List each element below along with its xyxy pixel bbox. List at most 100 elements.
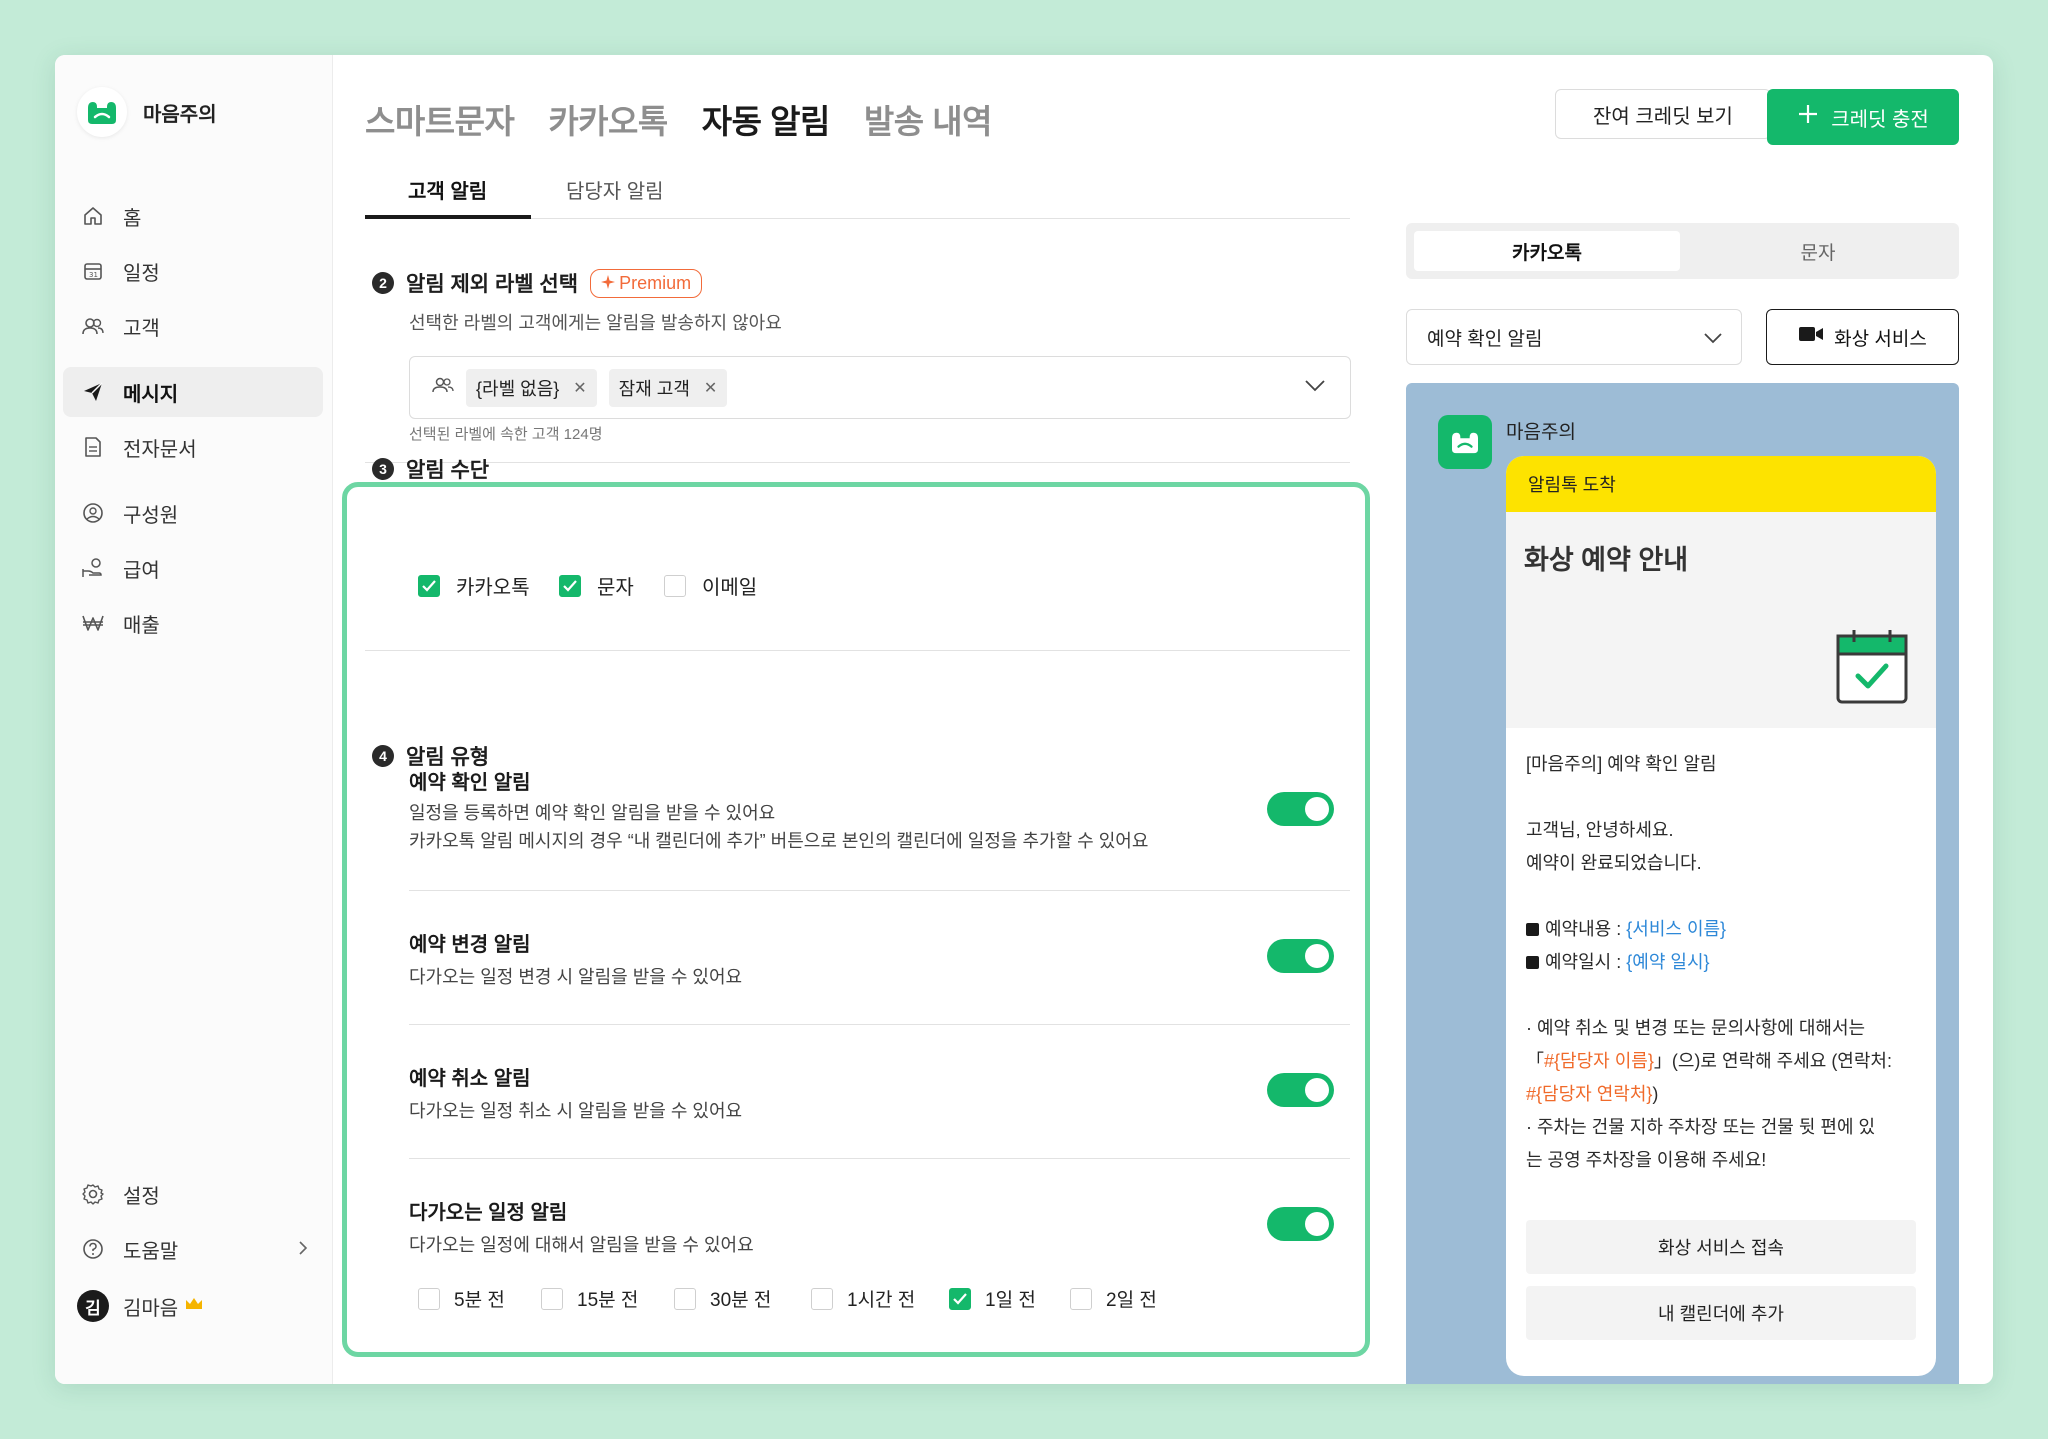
timing-1day[interactable]: 1일 전 bbox=[949, 1285, 1036, 1312]
view-credit-button[interactable]: 잔여 크레딧 보기 bbox=[1555, 89, 1771, 139]
toggle-cancel-alert[interactable] bbox=[1267, 1073, 1334, 1107]
msg-notice-1a: · 예약 취소 및 변경 또는 문의사항에 대해서는 bbox=[1526, 1018, 1866, 1038]
tab-kakaotalk[interactable]: 카카오톡 bbox=[548, 95, 668, 143]
channel-label: 이메일 bbox=[702, 577, 758, 599]
msg-notice-2a: · 주차는 건물 지하 주차장 또는 건물 뒷 편에 있 bbox=[1526, 1117, 1876, 1137]
sidebar-item-label: 설정 bbox=[123, 1185, 160, 1208]
section-title: 알림 제외 라벨 선택 bbox=[406, 273, 579, 296]
template-variable: {예약 일시} bbox=[1626, 952, 1710, 972]
timing-5min[interactable]: 5분 전 bbox=[418, 1285, 505, 1312]
add-calendar-button[interactable]: 내 캘린더에 추가 bbox=[1526, 1286, 1916, 1340]
sidebar-item-label: 급여 bbox=[123, 559, 160, 582]
template-variable: #{담당자 이름} bbox=[1544, 1051, 1654, 1071]
msg-intro: [마음주의] 예약 확인 알림 bbox=[1526, 754, 1717, 774]
users-icon bbox=[432, 376, 454, 399]
close-icon[interactable]: ✕ bbox=[704, 378, 717, 398]
sidebar-item-settings[interactable]: 설정 bbox=[63, 1169, 323, 1219]
sidebar-item-payroll[interactable]: 급여 bbox=[63, 543, 323, 593]
timing-label: 1일 전 bbox=[985, 1290, 1036, 1311]
video-service-button[interactable]: 화상 서비스 bbox=[1766, 309, 1959, 365]
channel-kakaotalk[interactable]: 카카오톡 bbox=[418, 571, 530, 600]
video-connect-button[interactable]: 화상 서비스 접속 bbox=[1526, 1220, 1916, 1274]
sidebar-item-help[interactable]: 도움말 bbox=[63, 1224, 323, 1274]
tab-customer-alert[interactable]: 고객 알림 bbox=[408, 175, 487, 204]
toggle-change-alert[interactable] bbox=[1267, 939, 1334, 973]
alert-type-title: 예약 확인 알림 bbox=[409, 772, 531, 794]
checkbox-unchecked[interactable] bbox=[1070, 1287, 1092, 1310]
sender-name: 마음주의 bbox=[1506, 422, 1576, 443]
msg-greet-2: 예약이 완료되었습니다. bbox=[1526, 853, 1702, 873]
template-select[interactable]: 예약 확인 알림 bbox=[1406, 309, 1742, 365]
sidebar-item-sales[interactable]: 매출 bbox=[63, 598, 323, 648]
avatar: 김 bbox=[77, 1290, 109, 1322]
users-icon bbox=[81, 314, 105, 338]
gear-icon bbox=[81, 1182, 105, 1206]
divider bbox=[409, 1158, 1350, 1159]
sidebar-item-members[interactable]: 구성원 bbox=[63, 488, 323, 538]
send-icon bbox=[81, 380, 105, 404]
tab-staff-alert[interactable]: 담당자 알림 bbox=[566, 175, 664, 204]
premium-badge: Premium bbox=[590, 268, 703, 298]
tab-smart-sms[interactable]: 스마트문자 bbox=[365, 95, 515, 143]
message-bubble: 알림톡 도착 화상 예약 안내 [마음주의] 예약 확인 알림 고객님, 안녕하… bbox=[1506, 456, 1936, 1376]
preview-channel-toggle: 카카오톡 문자 bbox=[1406, 223, 1959, 279]
seg-sms[interactable]: 문자 bbox=[1685, 231, 1951, 271]
checkbox-unchecked[interactable] bbox=[664, 574, 686, 597]
sidebar-item-label: 전자문서 bbox=[123, 438, 197, 461]
checkbox-checked[interactable] bbox=[418, 574, 440, 597]
sidebar-item-home[interactable]: 홈 bbox=[63, 191, 323, 241]
checkbox-unchecked[interactable] bbox=[541, 1287, 563, 1310]
step-number: 3 bbox=[372, 458, 394, 480]
seg-kakaotalk[interactable]: 카카오톡 bbox=[1414, 231, 1680, 271]
brand[interactable]: 마음주의 bbox=[77, 87, 217, 137]
divider bbox=[365, 462, 1350, 463]
channel-sms[interactable]: 문자 bbox=[559, 571, 634, 600]
charge-credit-label: 크레딧 충전 bbox=[1831, 108, 1929, 131]
msg-item-service: 예약내용 : {서비스 이름} bbox=[1526, 913, 1726, 946]
channel-label: 카카오톡 bbox=[456, 577, 530, 599]
timing-2day[interactable]: 2일 전 bbox=[1070, 1285, 1157, 1312]
timing-label: 15분 전 bbox=[577, 1290, 639, 1311]
divider bbox=[409, 890, 1350, 891]
checkbox-unchecked[interactable] bbox=[811, 1287, 833, 1310]
sidebar-item-messages[interactable]: 메시지 bbox=[63, 367, 323, 417]
sidebar-item-label: 도움말 bbox=[123, 1240, 179, 1263]
sidebar-item-documents[interactable]: 전자문서 bbox=[63, 422, 323, 472]
checkbox-checked[interactable] bbox=[949, 1287, 971, 1310]
member-icon bbox=[81, 501, 105, 525]
bubble-header: 알림톡 도착 bbox=[1506, 456, 1936, 512]
kakao-preview: 마음주의 알림톡 도착 화상 예약 안내 [마음주의] 예약 확인 알림 고객님… bbox=[1406, 383, 1959, 1384]
checkbox-unchecked[interactable] bbox=[674, 1287, 696, 1310]
charge-credit-button[interactable]: 크레딧 충전 bbox=[1767, 89, 1959, 145]
bubble-title: 화상 예약 안내 bbox=[1524, 545, 1689, 575]
checkbox-unchecked[interactable] bbox=[418, 1287, 440, 1310]
help-icon bbox=[81, 1237, 105, 1261]
crown-icon bbox=[184, 1295, 204, 1318]
timing-1hour[interactable]: 1시간 전 bbox=[811, 1285, 915, 1312]
close-icon[interactable]: ✕ bbox=[573, 378, 586, 398]
user-profile[interactable]: 김 김마음 bbox=[63, 1281, 323, 1331]
tab-send-history[interactable]: 발송 내역 bbox=[864, 95, 993, 143]
channel-email[interactable]: 이메일 bbox=[664, 571, 757, 600]
alert-type-desc: 일정을 등록하면 예약 확인 알림을 받을 수 있어요 bbox=[409, 803, 776, 823]
sidebar-item-label: 메시지 bbox=[123, 383, 179, 406]
brand-name: 마음주의 bbox=[143, 103, 217, 126]
channel-label: 문자 bbox=[597, 577, 634, 599]
timing-label: 5분 전 bbox=[454, 1290, 505, 1311]
timing-15min[interactable]: 15분 전 bbox=[541, 1285, 638, 1312]
section-desc: 선택한 라벨의 고객에게는 알림을 발송하지 않아요 bbox=[409, 313, 782, 333]
tab-auto-alert[interactable]: 자동 알림 bbox=[702, 95, 831, 143]
timing-30min[interactable]: 30분 전 bbox=[674, 1285, 771, 1312]
sidebar-item-label: 매출 bbox=[123, 614, 160, 637]
alert-type-title: 예약 변경 알림 bbox=[409, 934, 531, 956]
app-window: 마음주의 홈 31 일정 고객 메시지 전자문서 구성원 급여 매출 설정 도움… bbox=[55, 55, 1993, 1384]
bubble-hero: 화상 예약 안내 bbox=[1506, 512, 1936, 728]
toggle-upcoming-alert[interactable] bbox=[1267, 1207, 1334, 1241]
checkbox-checked[interactable] bbox=[559, 574, 581, 597]
sidebar-item-schedule[interactable]: 31 일정 bbox=[63, 246, 323, 296]
sidebar-item-customers[interactable]: 고객 bbox=[63, 301, 323, 351]
document-icon bbox=[81, 435, 105, 459]
chevron-down-icon[interactable] bbox=[1304, 379, 1326, 398]
exclude-label-select[interactable]: {라벨 없음} ✕ 잠재 고객 ✕ bbox=[409, 356, 1351, 419]
toggle-confirm-alert[interactable] bbox=[1267, 792, 1334, 826]
